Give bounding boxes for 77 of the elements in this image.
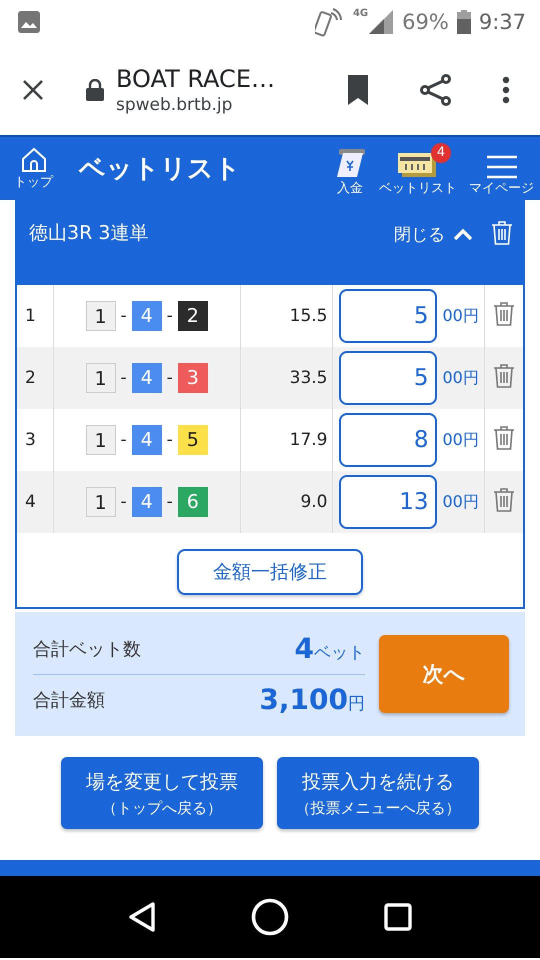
separator: - [166,368,173,388]
trash-icon[interactable] [493,424,516,450]
amount-unit: 00円 [442,306,479,324]
row-number: 2 [17,347,54,409]
separator: - [120,492,127,512]
boat-number: 1 [86,487,116,517]
boat-number: 4 [132,363,162,393]
total-amount: 3,100 [259,683,348,716]
chevron-icon [453,228,473,242]
collapse-toggle[interactable]: 閉じる [394,223,473,246]
network-label: 4G [352,8,368,19]
page-title: BOAT RACE… [116,64,276,92]
separator: - [120,368,127,388]
boat-number: 4 [132,425,162,455]
phone-signal-icon [314,5,345,39]
row-number: 4 [17,471,54,533]
boat-number: 1 [86,363,116,393]
row-number: 1 [17,285,54,347]
close-icon[interactable] [22,78,44,100]
battery-icon [456,10,471,34]
battery-percent: 69% [402,10,449,34]
more-icon[interactable] [502,76,510,104]
summary-label: 合計金額 [33,688,106,712]
signal-icon [368,9,394,35]
boat-number: 5 [178,425,208,455]
separator: - [166,492,173,512]
amount-field[interactable]: 13 [338,475,436,529]
boat-number: 6 [178,487,208,517]
boat-number: 3 [178,363,208,393]
boat-number: 1 [86,425,116,455]
nav-action-button[interactable]: 場を変更して投票 （トップへ戻る） [61,757,263,829]
amount-unit: 00円 [442,492,479,510]
back-icon[interactable] [128,901,156,933]
amount-unit: 00円 [442,368,479,386]
amount-field[interactable]: 5 [338,351,436,405]
amount-field[interactable]: 5 [338,289,436,343]
amount-unit: 00円 [442,430,479,448]
next-button[interactable]: 次へ [379,635,509,713]
amount-field[interactable]: 8 [338,413,436,467]
trash-icon[interactable] [493,362,516,388]
count-badge: 4 [431,142,451,162]
page-url: spweb.brtb.jp [116,94,234,114]
trash-icon[interactable] [493,300,516,326]
currency-unit: 円 [348,693,365,715]
share-icon[interactable] [420,74,452,106]
boat-number: 1 [86,301,116,331]
odds: 33.5 [240,347,332,409]
home-icon [20,146,46,172]
home-icon[interactable] [250,898,289,936]
boat-number: 2 [178,301,208,331]
separator: - [166,430,173,450]
count-unit: ベット [314,642,365,664]
nav-action-button[interactable]: 投票入力を続ける （投票メニューへ戻る） [277,757,479,829]
summary-label: 合計ベット数 [33,638,142,660]
clock: 9:37 [478,10,526,34]
recents-icon[interactable] [384,903,412,931]
boat-number: 4 [132,487,162,517]
race-title: 徳山3R 3連単 [29,221,150,246]
separator: - [120,430,127,450]
boat-number: 4 [132,301,162,331]
bookmark-icon[interactable] [346,74,370,104]
bulk-edit-button[interactable]: 金額一括修正 [177,549,363,595]
nav-button[interactable]: マイページ [469,146,534,196]
image-icon [18,11,40,33]
row-number: 3 [17,409,54,471]
separator: - [166,306,173,326]
separator: - [120,306,127,326]
menu-icon [486,154,518,178]
lock-icon [86,78,104,100]
home-button[interactable]: トップ [14,146,53,190]
bet-count: 4 [294,632,314,665]
screen-title: ベットリスト [79,153,242,186]
trash-icon[interactable] [493,486,516,512]
nav-button[interactable]: 入金 [333,140,367,196]
nav-button[interactable]: ベットリスト 4 [379,142,457,196]
odds: 9.0 [240,471,332,533]
tickets-icon [398,150,438,178]
